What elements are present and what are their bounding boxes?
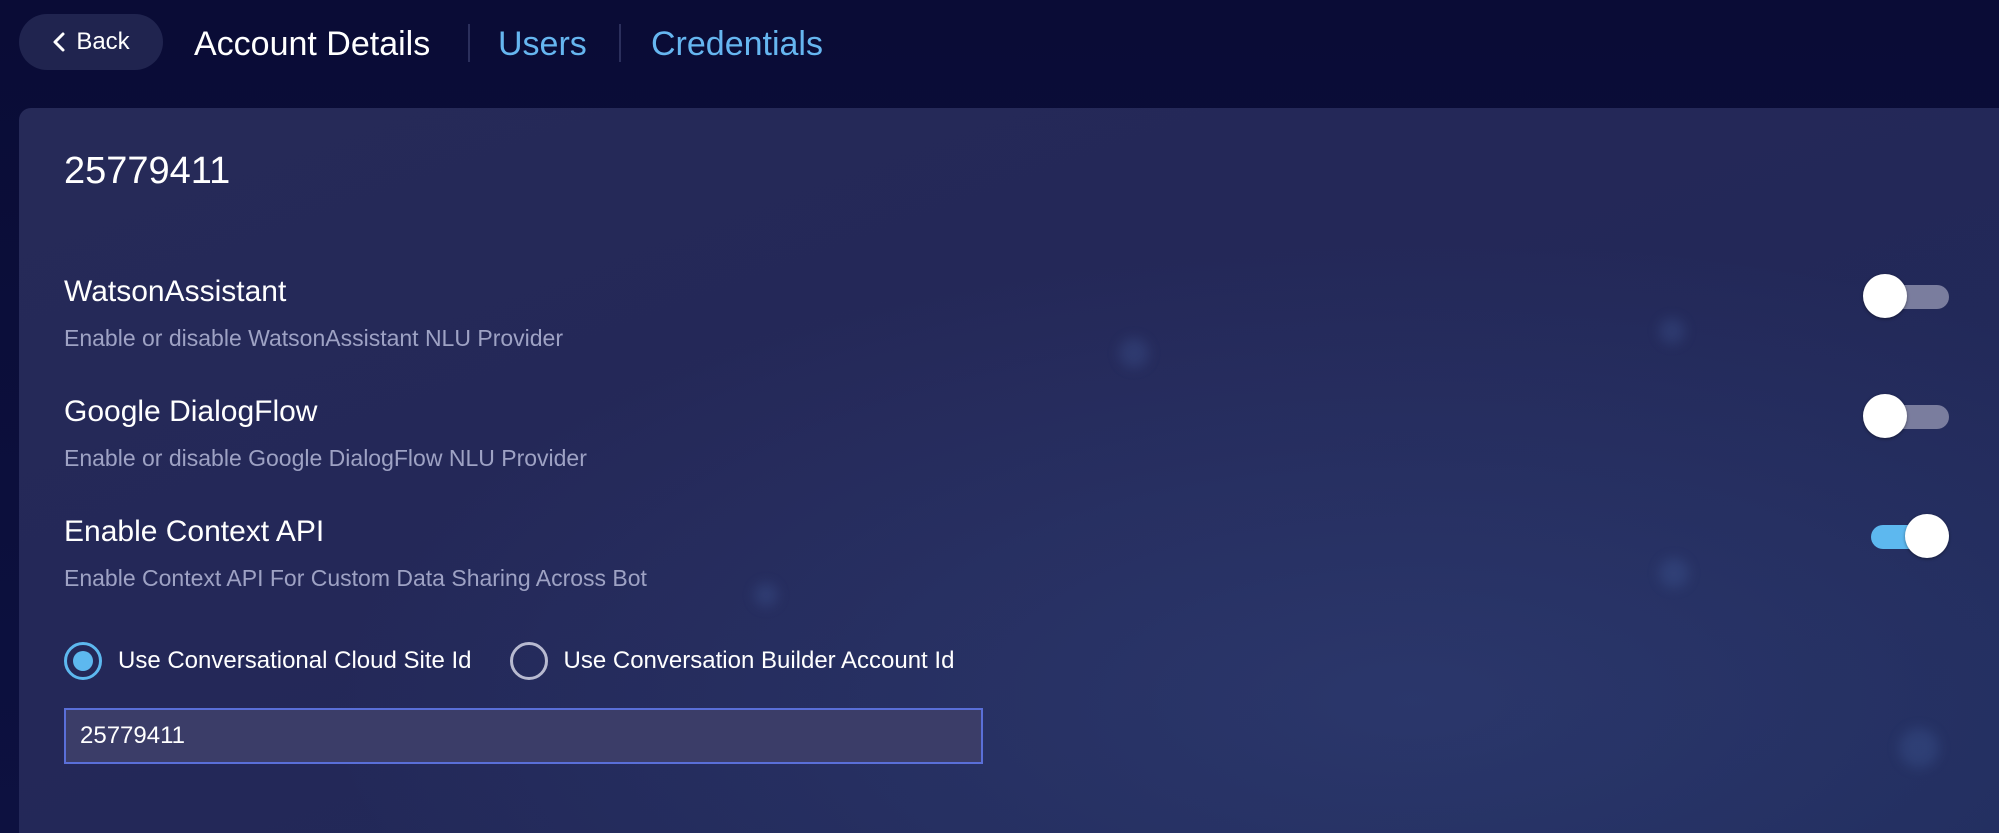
account-id-input[interactable]	[64, 708, 983, 764]
background-glow	[1659, 558, 1689, 588]
tab-users[interactable]: Users	[498, 22, 587, 66]
background-glow	[754, 583, 778, 607]
nav-divider	[619, 24, 621, 62]
chevron-left-icon	[53, 32, 65, 52]
toggle-knob	[1905, 514, 1949, 558]
setting-title-context-api: Enable Context API	[64, 515, 325, 548]
radio-label: Use Conversation Builder Account Id	[563, 647, 955, 674]
id-source-radio-group: Use Conversational Cloud Site Id Use Con…	[64, 642, 992, 680]
radio-label: Use Conversational Cloud Site Id	[118, 647, 472, 674]
background-glow	[1899, 728, 1939, 768]
nav-divider	[468, 24, 470, 62]
radio-button[interactable]	[64, 642, 102, 680]
radio-builder-account-id[interactable]: Use Conversation Builder Account Id	[509, 642, 955, 680]
account-id-heading: 25779411	[64, 150, 231, 192]
background-glow	[1659, 318, 1685, 344]
watson-assistant-toggle[interactable]	[1863, 274, 1949, 318]
toggle-knob	[1863, 274, 1907, 318]
toggle-knob	[1863, 394, 1907, 438]
google-dialogflow-toggle[interactable]	[1863, 394, 1949, 438]
setting-desc-dialogflow: Enable or disable Google DialogFlow NLU …	[64, 445, 587, 471]
setting-title-watson: WatsonAssistant	[64, 275, 287, 308]
account-details-page: Back Account Details Users Credentials 2…	[0, 0, 1999, 833]
setting-title-dialogflow: Google DialogFlow	[64, 395, 318, 428]
background-glow	[1119, 338, 1149, 368]
setting-desc-watson: Enable or disable WatsonAssistant NLU Pr…	[64, 325, 563, 351]
context-api-toggle[interactable]	[1863, 514, 1949, 558]
page-title: Account Details	[194, 25, 431, 63]
back-button[interactable]: Back	[19, 14, 163, 70]
tab-credentials[interactable]: Credentials	[651, 22, 823, 66]
setting-desc-context-api: Enable Context API For Custom Data Shari…	[64, 565, 647, 591]
radio-site-id[interactable]: Use Conversational Cloud Site Id	[64, 642, 472, 680]
radio-button[interactable]	[509, 642, 548, 680]
top-navigation: Back Account Details Users Credentials	[0, 0, 1999, 86]
back-label: Back	[76, 28, 130, 55]
